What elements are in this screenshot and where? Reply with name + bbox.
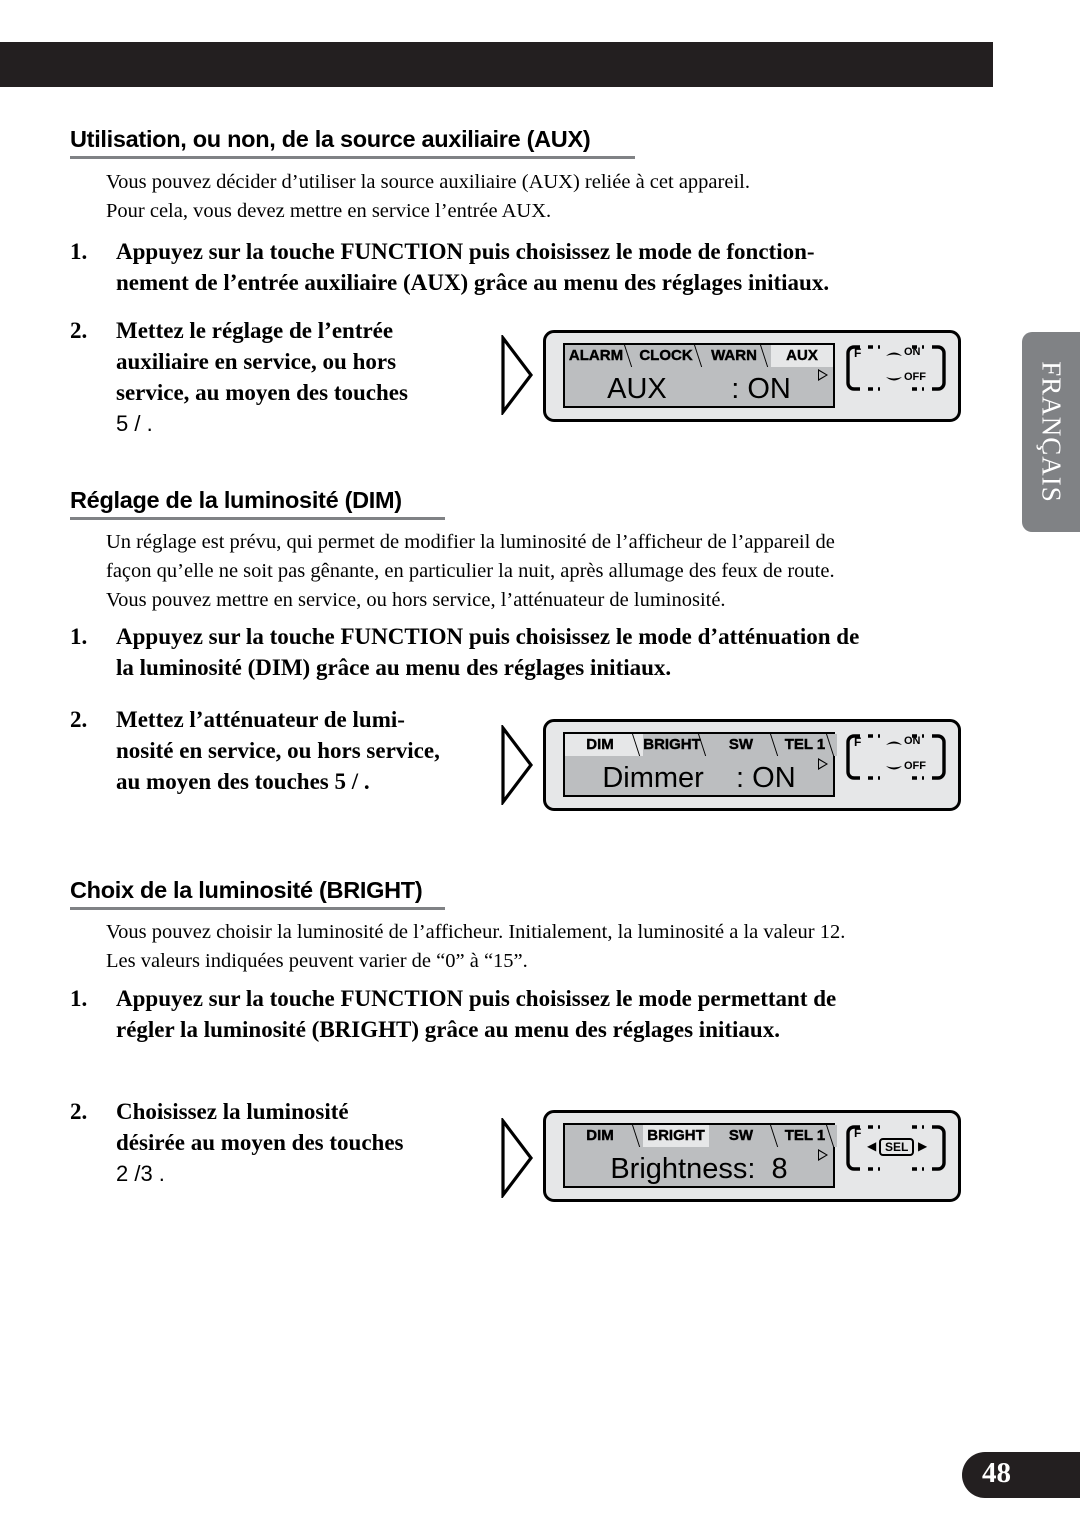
section-heading-aux: Utilisation, ou non, de la source auxili… (70, 126, 635, 159)
intro-paragraph-aux: Vous pouvez décider d’utiliser la source… (106, 168, 750, 226)
lcd-tab-bright[interactable]: BRIGHT (643, 734, 709, 756)
step-line: la luminosité (DIM) grâce au menu des ré… (116, 655, 672, 680)
flow-arrow-icon (500, 1116, 534, 1203)
intro-line: Un réglage est prévu, qui permet de modi… (106, 531, 835, 553)
step-aux-2: 2. Mettez le réglage de l’entrée auxilia… (70, 315, 408, 439)
step-bright-1: 1. Appuyez sur la touche FUNCTION puis c… (70, 983, 836, 1045)
lcd-tab-warn[interactable]: WARN (705, 345, 771, 367)
control-f-label: F (854, 346, 862, 360)
step-line: régler la luminosité (BRIGHT) grâce au m… (116, 1017, 780, 1042)
control-off-label: OFF (904, 760, 926, 772)
lcd-tab-tel1[interactable]: TEL 1 (781, 734, 837, 756)
step-line: nosité en service, ou hors service, (116, 738, 440, 763)
step-line: service, au moyen des touches (116, 380, 408, 405)
step-dim-2: 2. Mettez l’atténuateur de lumi- nosité … (70, 704, 440, 797)
language-tab-label: FRANÇAIS (1036, 361, 1067, 503)
control-f-label: F (854, 1126, 862, 1140)
step-aux-1: 1. Appuyez sur la touche FUNCTION puis c… (70, 236, 829, 298)
section-heading-bright: Choix de la luminosité (BRIGHT) (70, 877, 445, 910)
lcd-display-dim: DIM BRIGHT SW TEL 1 Dimmer : ON F ON OFF (543, 719, 961, 811)
intro-paragraph-dim: Un réglage est prévu, qui permet de modi… (106, 528, 835, 615)
section-heading-aux-text: Utilisation, ou non, de la source auxili… (70, 126, 591, 152)
section-heading-dim: Réglage de la luminosité (DIM) (70, 487, 445, 520)
lcd-tab-alarm[interactable]: ALARM (565, 345, 635, 367)
lcd-tab-label: DIM (586, 736, 614, 753)
control-hint-box-bright: F ◀ SEL ▶ (846, 1123, 946, 1173)
step-number: 1. (70, 624, 88, 649)
step-number: 1. (70, 239, 88, 264)
heading-rule (70, 907, 445, 910)
lcd-readout-aux: AUX : ON (607, 373, 791, 405)
step-line: auxiliaire en service, ou hors (116, 349, 397, 374)
lcd-readout-bright: Brightness: 8 (610, 1153, 788, 1185)
control-hint-box-aux: F ON OFF (846, 343, 946, 393)
step-line: Appuyez sur la touche FUNCTION puis choi… (116, 986, 837, 1011)
lcd-tab-tel1[interactable]: TEL 1 (781, 1125, 837, 1147)
step-line: Mettez l’atténuateur de lumi- (116, 707, 405, 732)
section-heading-dim-text: Réglage de la luminosité (DIM) (70, 487, 402, 513)
intro-line: Vous pouvez décider d’utiliser la source… (106, 171, 750, 193)
step-line: au moyen des touches 5 / . (116, 769, 370, 794)
language-tab: FRANÇAIS (1022, 332, 1080, 532)
lcd-next-arrow-icon (818, 1149, 828, 1161)
lcd-display-bright: DIM BRIGHT SW TEL 1 Brightness: 8 F ◀ SE… (543, 1110, 961, 1202)
lcd-screen: DIM BRIGHT SW TEL 1 Dimmer : ON (563, 732, 837, 797)
step-line: Appuyez sur la touche FUNCTION puis choi… (116, 239, 815, 264)
step-number: 1. (70, 986, 88, 1011)
lcd-tab-dim[interactable]: DIM (565, 1125, 643, 1147)
page-content: Utilisation, ou non, de la source auxili… (0, 0, 1000, 1533)
lcd-next-arrow-icon (818, 758, 828, 770)
step-line: désirée au moyen des touches (116, 1130, 404, 1155)
lcd-tab-row: DIM BRIGHT SW TEL 1 (565, 734, 837, 756)
step-line: Appuyez sur la touche FUNCTION puis choi… (116, 624, 860, 649)
control-left-arrow-icon: ◀ (867, 1139, 877, 1153)
step-number: 2. (70, 707, 88, 732)
step-line: Choisissez la luminosité (116, 1099, 349, 1124)
intro-line: Les valeurs indiquées peuvent varier de … (106, 950, 528, 972)
control-right-arrow-icon: ▶ (918, 1139, 928, 1153)
control-on-label: ON (904, 346, 921, 358)
intro-line: Pour cela, vous devez mettre en service … (106, 200, 552, 222)
lcd-tab-clock[interactable]: CLOCK (635, 345, 705, 367)
lcd-tab-bright[interactable]: BRIGHT (643, 1125, 709, 1147)
lcd-tab-sw[interactable]: SW (709, 1125, 781, 1147)
section-heading-bright-text: Choix de la luminosité (BRIGHT) (70, 877, 423, 903)
intro-line: Vous pouvez choisir la luminosité de l’a… (106, 921, 846, 943)
lcd-screen: ALARM CLOCK WARN AUX AUX : ON (563, 343, 835, 408)
lcd-readout-dim: Dimmer : ON (602, 762, 796, 794)
step-line: nement de l’entrée auxiliaire (AUX) grâc… (116, 270, 830, 295)
lcd-display-aux: ALARM CLOCK WARN AUX AUX : ON F ON OFF (543, 330, 961, 422)
lcd-tab-label: AUX (786, 347, 818, 364)
lcd-tab-sw[interactable]: SW (709, 734, 781, 756)
lcd-next-arrow-icon (818, 369, 828, 381)
lcd-tab-aux[interactable]: AUX (771, 345, 833, 367)
control-f-label: F (854, 735, 862, 749)
page-number-badge: 48 (962, 1452, 1080, 1498)
control-hint-box-dim: F ON OFF (846, 732, 946, 782)
heading-rule (70, 156, 635, 159)
intro-paragraph-bright: Vous pouvez choisir la luminosité de l’a… (106, 918, 845, 976)
step-number: 2. (70, 318, 88, 343)
step-bright-2: 2. Choisissez la luminosité désirée au m… (70, 1096, 403, 1189)
lcd-tab-dim[interactable]: DIM (565, 734, 643, 756)
step-line-button-glyphs: 2 /3 . (116, 1161, 165, 1186)
page-number-label: 48 (982, 1457, 1011, 1489)
lcd-tab-label: DIM (586, 1127, 614, 1144)
step-dim-1: 1. Appuyez sur la touche FUNCTION puis c… (70, 621, 859, 683)
control-off-label: OFF (904, 371, 926, 383)
lcd-tab-label: BRIGHT (647, 1127, 705, 1144)
lcd-tab-row: ALARM CLOCK WARN AUX (565, 345, 833, 367)
heading-rule (70, 517, 445, 520)
step-line-button-glyphs: 5 / . (116, 411, 153, 436)
control-on-label: ON (904, 735, 921, 747)
lcd-screen: DIM BRIGHT SW TEL 1 Brightness: 8 (563, 1123, 837, 1188)
flow-arrow-icon (500, 333, 534, 420)
lcd-tab-row: DIM BRIGHT SW TEL 1 (565, 1125, 837, 1147)
step-line: Mettez le réglage de l’entrée (116, 318, 394, 343)
step-number: 2. (70, 1099, 88, 1124)
flow-arrow-icon (500, 723, 534, 810)
intro-line: Vous pouvez mettre en service, ou hors s… (106, 589, 726, 611)
control-sel-button[interactable]: SEL (879, 1138, 915, 1156)
intro-line: façon qu’elle ne soit pas gênante, en pa… (106, 560, 835, 582)
